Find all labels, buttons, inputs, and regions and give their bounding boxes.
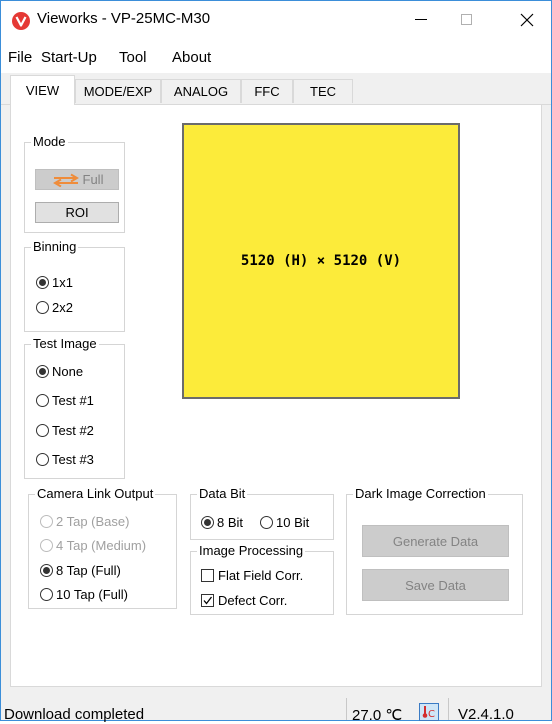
tab-ffc[interactable]: FFC bbox=[241, 79, 293, 103]
radio-dot bbox=[201, 516, 214, 529]
radio-dot bbox=[40, 539, 53, 552]
image-preview: 5120 (H) × 5120 (V) bbox=[182, 123, 460, 399]
close-button[interactable] bbox=[504, 1, 550, 39]
menu-tool[interactable]: Tool bbox=[119, 49, 147, 66]
radio-dot bbox=[40, 515, 53, 528]
tab-strip: VIEW MODE/EXP ANALOG FFC TEC bbox=[1, 75, 551, 105]
bit-8-radio[interactable]: 8 Bit bbox=[201, 515, 243, 530]
radio-label: 2x2 bbox=[52, 300, 73, 315]
swap-arrows-icon bbox=[52, 173, 79, 187]
test-1-radio[interactable]: Test #1 bbox=[36, 393, 94, 408]
save-data-button[interactable]: Save Data bbox=[362, 569, 509, 601]
dark-image-correction-title: Dark Image Correction bbox=[353, 486, 488, 501]
tab-view[interactable]: VIEW bbox=[10, 75, 75, 105]
defect-corr-checkbox[interactable]: Defect Corr. bbox=[201, 593, 287, 608]
camera-link-title: Camera Link Output bbox=[35, 486, 156, 501]
minimize-icon bbox=[415, 19, 427, 20]
full-mode-button[interactable]: Full bbox=[35, 169, 119, 190]
tab-mode-exp[interactable]: MODE/EXP bbox=[75, 79, 161, 103]
radio-dot bbox=[36, 453, 49, 466]
binning-group: Binning 1x1 2x2 bbox=[24, 239, 125, 332]
minimize-button[interactable] bbox=[398, 1, 444, 39]
svg-text:C: C bbox=[428, 709, 435, 720]
test-image-group: Test Image None Test #1 Test #2 Test #3 bbox=[24, 336, 125, 479]
status-message: Download completed bbox=[4, 706, 145, 723]
bit-10-radio[interactable]: 10 Bit bbox=[260, 515, 309, 530]
test-image-title: Test Image bbox=[31, 336, 99, 351]
roi-button[interactable]: ROI bbox=[35, 202, 119, 223]
full-mode-label: Full bbox=[82, 172, 104, 187]
radio-dot bbox=[260, 516, 273, 529]
radio-label: Test #1 bbox=[52, 393, 94, 408]
radio-dot bbox=[36, 424, 49, 437]
menu-startup[interactable]: Start-Up bbox=[41, 49, 97, 66]
thermometer-icon: C bbox=[419, 703, 439, 721]
binning-1x1-radio[interactable]: 1x1 bbox=[36, 275, 73, 290]
radio-dot bbox=[36, 276, 49, 289]
tap-2-radio[interactable]: 2 Tap (Base) bbox=[40, 514, 129, 529]
tab-tec[interactable]: TEC bbox=[293, 79, 353, 103]
window-title: Vieworks - VP-25MC-M30 bbox=[37, 10, 211, 27]
test-none-radio[interactable]: None bbox=[36, 364, 83, 379]
dark-image-correction-group: Dark Image Correction Generate Data Save… bbox=[346, 486, 523, 615]
temperature-value: 27.0 ℃ bbox=[352, 707, 403, 724]
mode-group: Mode Full ROI bbox=[24, 134, 125, 233]
checkmark-icon bbox=[203, 596, 213, 605]
status-separator bbox=[448, 698, 449, 720]
radio-dot bbox=[36, 394, 49, 407]
resolution-label: 5120 (H) × 5120 (V) bbox=[240, 253, 402, 269]
test-2-radio[interactable]: Test #2 bbox=[36, 423, 94, 438]
tab-analog[interactable]: ANALOG bbox=[161, 79, 241, 103]
tap-10-radio[interactable]: 10 Tap (Full) bbox=[40, 587, 128, 602]
status-bar: Download completed 27.0 ℃ C V2.4.1.0 bbox=[1, 698, 551, 724]
menu-file[interactable]: File bbox=[8, 49, 32, 66]
status-separator bbox=[346, 698, 347, 720]
radio-label: 2 Tap (Base) bbox=[56, 514, 130, 529]
app-window: Vieworks - VP-25MC-M30 File Start-Up Too… bbox=[0, 0, 552, 724]
radio-dot bbox=[36, 365, 49, 378]
data-bit-group: Data Bit 8 Bit 10 Bit bbox=[190, 486, 334, 540]
checkbox-label: Flat Field Corr. bbox=[218, 568, 304, 583]
tap-4-radio[interactable]: 4 Tap (Medium) bbox=[40, 538, 146, 553]
close-icon bbox=[520, 13, 534, 27]
radio-dot bbox=[40, 564, 53, 577]
menu-about[interactable]: About bbox=[172, 49, 211, 66]
vieworks-logo-icon bbox=[12, 12, 30, 30]
maximize-icon bbox=[461, 14, 472, 25]
radio-label: None bbox=[52, 364, 84, 379]
checkbox-box bbox=[201, 594, 214, 607]
mode-title: Mode bbox=[31, 134, 68, 149]
title-bar[interactable]: Vieworks - VP-25MC-M30 bbox=[1, 1, 551, 39]
binning-title: Binning bbox=[31, 239, 79, 254]
tap-8-radio[interactable]: 8 Tap (Full) bbox=[40, 563, 121, 578]
radio-label: Test #2 bbox=[52, 423, 94, 438]
radio-label: 10 Tap (Full) bbox=[56, 587, 129, 602]
radio-label: 1x1 bbox=[52, 275, 73, 290]
camera-link-group: Camera Link Output 2 Tap (Base) 4 Tap (M… bbox=[28, 486, 177, 609]
version-label: V2.4.1.0 bbox=[458, 706, 514, 723]
radio-dot bbox=[40, 588, 53, 601]
radio-label: 8 Tap (Full) bbox=[56, 563, 121, 578]
data-bit-title: Data Bit bbox=[197, 486, 248, 501]
binning-2x2-radio[interactable]: 2x2 bbox=[36, 300, 73, 315]
checkbox-box bbox=[201, 569, 214, 582]
radio-label: Test #3 bbox=[52, 452, 94, 467]
radio-label: 8 Bit bbox=[217, 515, 244, 530]
generate-data-button[interactable]: Generate Data bbox=[362, 525, 509, 557]
maximize-button[interactable] bbox=[444, 1, 490, 39]
menu-bar: File Start-Up Tool About bbox=[1, 39, 551, 73]
radio-dot bbox=[36, 301, 49, 314]
image-processing-title: Image Processing bbox=[197, 543, 306, 558]
checkbox-label: Defect Corr. bbox=[218, 593, 288, 608]
flat-field-checkbox[interactable]: Flat Field Corr. bbox=[201, 568, 303, 583]
radio-label: 10 Bit bbox=[276, 515, 310, 530]
radio-label: 4 Tap (Medium) bbox=[56, 538, 147, 553]
test-3-radio[interactable]: Test #3 bbox=[36, 452, 94, 467]
image-processing-group: Image Processing Flat Field Corr. Defect… bbox=[190, 543, 334, 615]
